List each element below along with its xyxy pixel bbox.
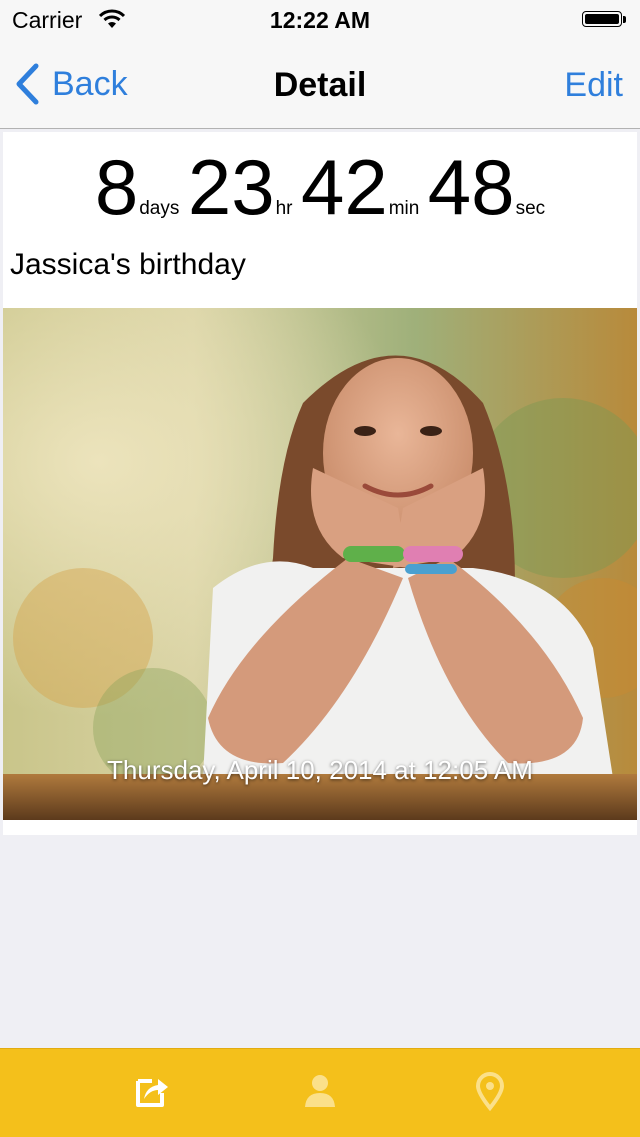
minutes-label: min — [388, 198, 420, 219]
tab-share[interactable] — [132, 1071, 172, 1111]
event-detail-card: 8days 23hr 42min 48sec Jassica's birthda… — [3, 132, 637, 835]
navigation-bar: Back Detail Edit — [0, 40, 640, 129]
days-value: 8 — [94, 143, 139, 231]
tab-profile[interactable] — [300, 1071, 340, 1111]
seconds-value: 48 — [427, 143, 515, 231]
hours-label: hr — [275, 198, 293, 219]
page-title: Detail — [273, 66, 367, 104]
hours-value: 23 — [187, 143, 275, 231]
days-label: days — [139, 198, 180, 219]
tab-bar — [0, 1048, 640, 1137]
photo-image — [3, 308, 637, 820]
countdown-seconds: 48sec — [428, 142, 545, 232]
edit-button[interactable]: Edit — [564, 66, 623, 105]
person-icon — [305, 1075, 335, 1107]
event-photo[interactable]: Thursday, April 10, 2014 at 12:05 AM — [3, 308, 637, 820]
seconds-label: sec — [515, 198, 546, 219]
status-time: 12:22 AM — [269, 7, 371, 33]
countdown-days: 8days — [95, 142, 180, 232]
tab-location[interactable] — [470, 1071, 510, 1112]
battery-icon — [582, 11, 628, 29]
countdown-minutes: 42min — [301, 142, 419, 232]
event-date: Thursday, April 10, 2014 at 12:05 AM — [107, 755, 533, 785]
countdown-timer: 8days 23hr 42min 48sec — [3, 142, 637, 232]
share-icon — [136, 1079, 168, 1107]
location-pin-icon — [475, 1072, 505, 1112]
countdown-hours: 23hr — [188, 142, 293, 232]
event-title: Jassica's birthday — [10, 248, 246, 281]
minutes-value: 42 — [300, 143, 388, 231]
status-bar: Carrier 12:22 AM — [0, 0, 640, 40]
